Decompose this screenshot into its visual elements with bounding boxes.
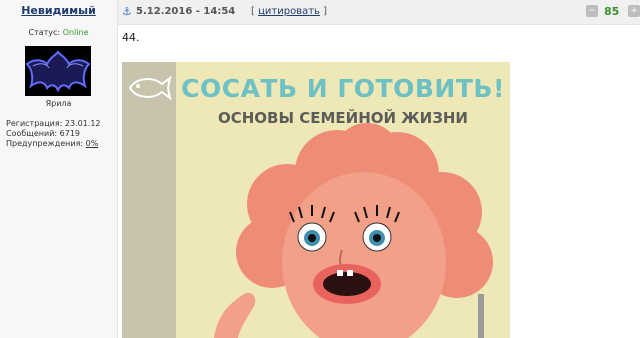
rod [478,294,484,338]
user-status: Статус: Online [0,28,117,37]
warnings-label: Предупреждения: [6,139,84,148]
user-panel: Невидимый Статус: Online Ярила Регистрац… [0,0,118,338]
warnings: Предупреждения: 0% [6,139,101,149]
post-image[interactable]: СОСАТЬ И ГОТОВИТЬ! ОСНОВЫ СЕМЕЙНОЙ ЖИЗНИ [122,62,510,338]
mouth [313,264,381,304]
rating-score: 85 [604,5,620,18]
status-label: Статус: [28,28,61,37]
quote-bracket-right: ] [323,6,328,17]
cartoon-face-illustration [214,123,493,338]
warnings-value[interactable]: 0% [86,139,99,148]
arm [214,292,256,338]
anchor-icon[interactable]: ⚓ [122,5,132,18]
post-text: 44. [122,31,140,44]
message-count: Сообщений: 6719 [6,129,80,138]
quote-wrapper: [ цитировать ] [251,6,327,17]
user-rank: Ярила [45,99,72,108]
rating-plus-icon[interactable]: + [628,5,640,17]
quote-button[interactable]: цитировать [258,6,320,17]
status-online: Online [62,28,89,37]
user-stats: Регистрация: 23.01.12 Сообщений: 6719 Пр… [6,119,101,149]
registration-date: Регистрация: 23.01.12 [6,119,101,128]
avatar[interactable] [25,46,91,96]
bat-logo-icon [25,50,91,93]
rating-minus-icon[interactable]: − [586,5,598,17]
post-header: ⚓ 5.12.2016 - 14:54 [ цитировать ] − 85 … [118,0,640,25]
post-date: 5.12.2016 - 14:54 [136,6,236,17]
username-link[interactable]: Невидимый [0,4,117,17]
quote-bracket-left: [ [251,6,255,17]
